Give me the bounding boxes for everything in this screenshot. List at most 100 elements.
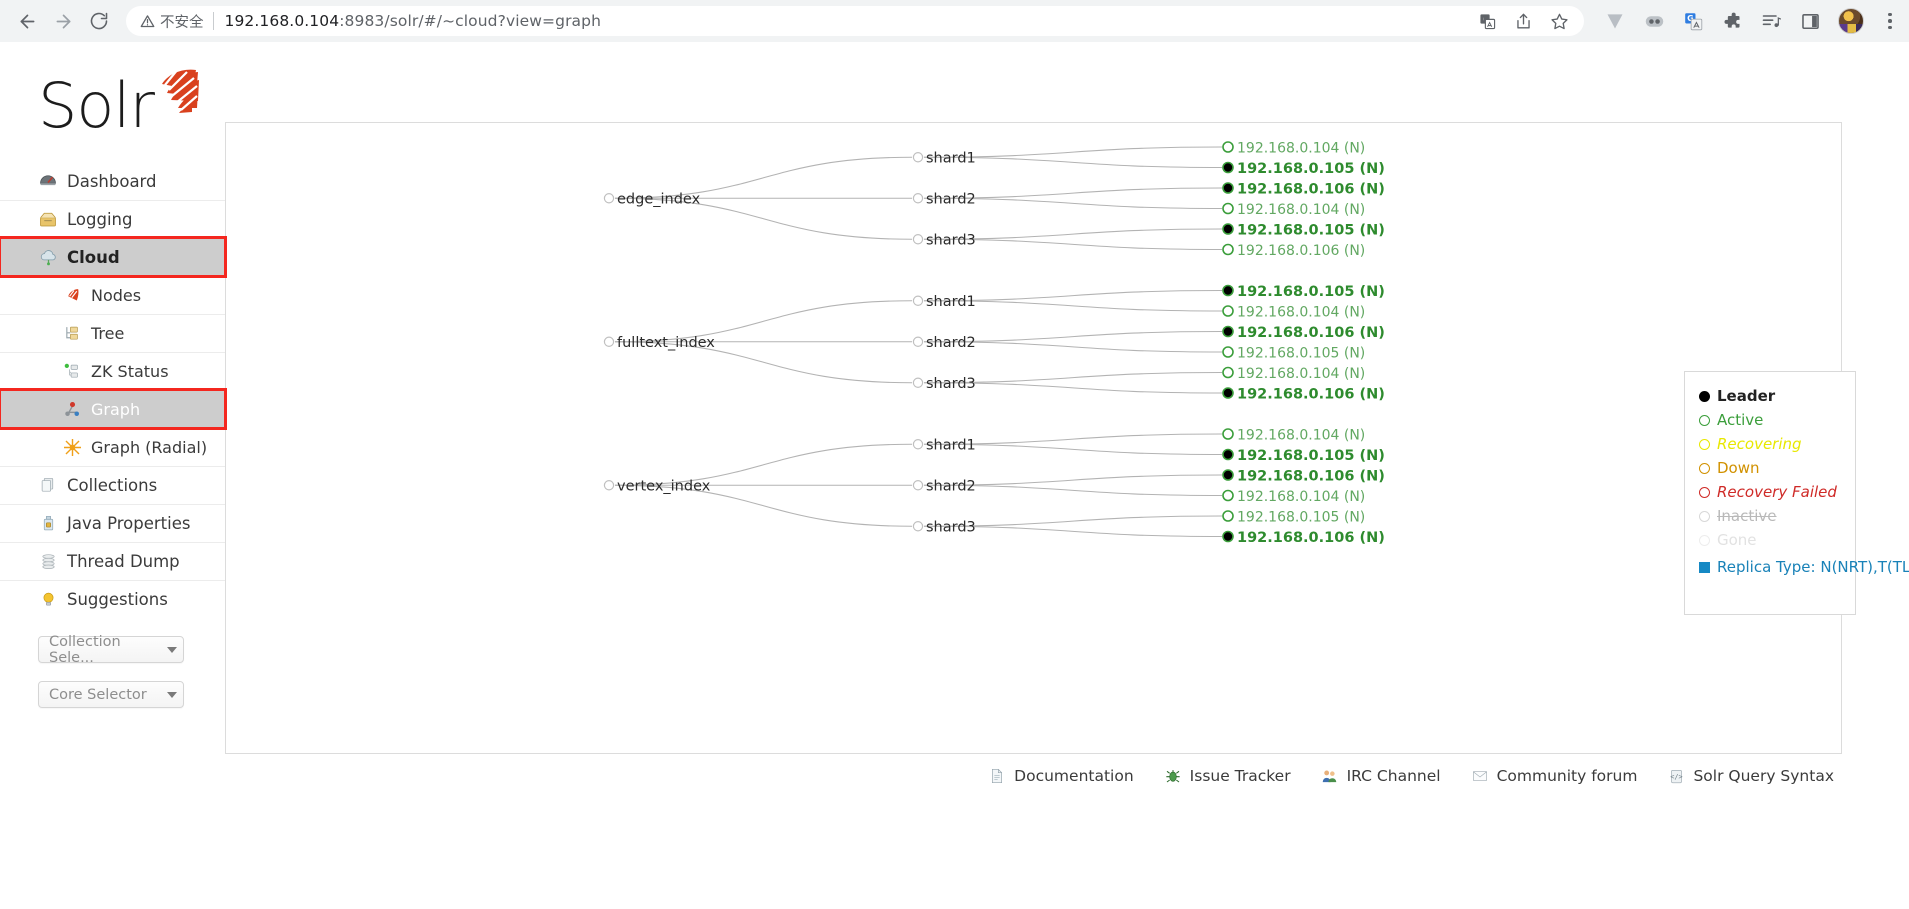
replica-active-icon[interactable]	[1222, 366, 1234, 379]
graph-replica-node[interactable]: 192.168.0.106 (N)	[1222, 325, 1385, 341]
graph-replica-node[interactable]: 192.168.0.104 (N)	[1222, 304, 1365, 320]
profile-avatar[interactable]	[1838, 8, 1864, 34]
sidebar-item-zk-status[interactable]: ZK Status	[0, 352, 225, 390]
sidebar-item-collections[interactable]: Collections	[0, 466, 225, 504]
footer-link-solr-query-syntax[interactable]: </> Solr Query Syntax	[1667, 767, 1834, 785]
solr-admin-page: Solr Dashboard Logging Cloud Nodes Tree …	[0, 42, 1909, 909]
replica-leader-icon[interactable]	[1222, 469, 1234, 481]
shard-circle-icon[interactable]	[912, 152, 924, 163]
graph-shard-node[interactable]: shard3	[912, 376, 976, 392]
replica-active-icon[interactable]	[1222, 489, 1234, 502]
shard-circle-icon[interactable]	[912, 336, 924, 347]
replica-leader-icon[interactable]	[1222, 223, 1234, 235]
legend-inactive-circle-icon	[1699, 510, 1710, 522]
graph-shard-node[interactable]: shard2	[912, 335, 976, 351]
graph-replica-node[interactable]: 192.168.0.105 (N)	[1222, 161, 1385, 177]
footer-link-documentation[interactable]: Documentation	[988, 767, 1134, 785]
graph-collection-node[interactable]: fulltext_index	[603, 335, 715, 351]
graph-shard-node[interactable]: shard3	[912, 232, 976, 248]
collection-selector[interactable]: Collection Sele...	[38, 634, 184, 666]
shard-circle-icon[interactable]	[912, 480, 924, 491]
graph-replica-node[interactable]: 192.168.0.106 (N)	[1222, 181, 1385, 197]
share-icon[interactable]	[1512, 10, 1534, 32]
shard-circle-icon[interactable]	[912, 377, 924, 388]
graph-collection-node[interactable]: vertex_index	[603, 478, 711, 494]
sidebar-item-graph[interactable]: Graph	[0, 388, 227, 430]
graph-replica-node[interactable]: 192.168.0.104 (N)	[1222, 366, 1365, 382]
graph-shard-node[interactable]: shard1	[912, 437, 976, 453]
replica-active-icon[interactable]	[1222, 346, 1234, 358]
reading-list-icon[interactable]	[1799, 10, 1821, 32]
reload-icon[interactable]	[82, 4, 116, 38]
graph-replica-node[interactable]: 192.168.0.106 (N)	[1222, 468, 1385, 484]
replica-leader-icon[interactable]	[1222, 161, 1234, 174]
address-bar[interactable]: 不安全 192.168.0.104:8983/solr/#/~cloud?vie…	[126, 6, 1584, 36]
sidebar-item-label: Graph	[91, 399, 141, 419]
replica-active-icon[interactable]	[1222, 305, 1234, 317]
replica-leader-icon[interactable]	[1222, 182, 1234, 194]
forward-arrow-icon[interactable]	[46, 4, 80, 38]
collection-circle-icon[interactable]	[603, 336, 615, 347]
replica-active-icon[interactable]	[1222, 141, 1234, 153]
graph-replica-node[interactable]: 192.168.0.104 (N)	[1222, 202, 1365, 218]
bookmark-star-icon[interactable]	[1548, 10, 1570, 32]
collection-circle-icon[interactable]	[603, 193, 615, 204]
replica-leader-icon[interactable]	[1222, 530, 1234, 543]
puzzle-extensions-icon[interactable]	[1721, 10, 1743, 32]
graph-replica-node[interactable]: 192.168.0.104 (N)	[1222, 140, 1365, 156]
sidebar-item-thread-dump[interactable]: Thread Dump	[0, 542, 225, 580]
graph-replica-node[interactable]: 192.168.0.105 (N)	[1222, 284, 1385, 300]
footer-link-irc-channel[interactable]: IRC Channel	[1321, 767, 1441, 785]
replica-leader-icon[interactable]	[1222, 325, 1234, 338]
graph-collection-node[interactable]: edge_index	[603, 191, 701, 207]
graph-shard-node[interactable]: shard2	[912, 191, 976, 207]
cloud-graph[interactable]: edge_index shard1 192.168.0.104 (N) 192.168…	[226, 123, 1841, 753]
solr-logo[interactable]: Solr	[38, 68, 206, 142]
sidebar-item-dashboard[interactable]: Dashboard	[0, 162, 225, 200]
graph-replica-node[interactable]: 192.168.0.106 (N)	[1222, 386, 1385, 402]
footer-link-issue-tracker[interactable]: Issue Tracker	[1164, 767, 1291, 785]
graph-shard-node[interactable]: shard1	[912, 150, 976, 166]
replica-leader-icon[interactable]	[1222, 448, 1234, 461]
sidebar-item-cloud[interactable]: Cloud	[0, 236, 227, 278]
shard-circle-icon[interactable]	[912, 439, 924, 450]
sidebar-item-logging[interactable]: Logging	[0, 200, 225, 238]
core-selector[interactable]: Core Selector	[38, 681, 184, 708]
replica-active-icon[interactable]	[1222, 202, 1234, 215]
shard-circle-icon[interactable]	[912, 521, 924, 532]
replica-active-icon[interactable]	[1222, 510, 1234, 522]
sidebar-item-java-properties[interactable]: Java Properties	[0, 504, 225, 542]
google-translate-icon[interactable]: G	[1682, 10, 1704, 32]
sidebar-item-nodes[interactable]: Nodes	[0, 276, 225, 314]
chrome-menu-icon[interactable]	[1881, 12, 1899, 30]
extension-toolbar-icon[interactable]	[1643, 10, 1665, 32]
shard-circle-icon[interactable]	[912, 193, 924, 204]
sidebar-item-graph-radial[interactable]: Graph (Radial)	[0, 428, 225, 466]
translate-icon[interactable]: G	[1476, 10, 1498, 32]
graph-shard-node[interactable]: shard2	[912, 478, 976, 494]
vimium-icon[interactable]	[1604, 10, 1626, 32]
graph-shard-node[interactable]: shard1	[912, 294, 976, 310]
shard-circle-icon[interactable]	[912, 234, 924, 245]
sidebar-item-tree[interactable]: Tree	[0, 314, 225, 352]
graph-shard-node[interactable]: shard3	[912, 519, 976, 535]
graph-replica-node[interactable]: 192.168.0.105 (N)	[1222, 222, 1385, 238]
playlist-icon[interactable]	[1760, 10, 1782, 32]
graph-replica-node[interactable]: 192.168.0.104 (N)	[1222, 427, 1365, 443]
graph-replica-node[interactable]: 192.168.0.105 (N)	[1222, 345, 1365, 361]
graph-replica-node[interactable]: 192.168.0.106 (N)	[1222, 243, 1365, 259]
back-arrow-icon[interactable]	[10, 4, 44, 38]
graph-replica-node[interactable]: 192.168.0.105 (N)	[1222, 448, 1385, 464]
collection-circle-icon[interactable]	[603, 480, 615, 491]
graph-replica-node[interactable]: 192.168.0.105 (N)	[1222, 509, 1365, 525]
graph-replica-node[interactable]: 192.168.0.106 (N)	[1222, 530, 1385, 546]
security-status[interactable]: 不安全	[140, 11, 204, 32]
footer-link-community-forum[interactable]: Community forum	[1471, 767, 1637, 785]
sidebar-item-suggestions[interactable]: Suggestions	[0, 580, 225, 618]
replica-leader-icon[interactable]	[1222, 387, 1234, 399]
shard-circle-icon[interactable]	[912, 295, 924, 306]
replica-active-icon[interactable]	[1222, 428, 1234, 440]
replica-leader-icon[interactable]	[1222, 284, 1234, 297]
replica-active-icon[interactable]	[1222, 243, 1234, 256]
graph-replica-node[interactable]: 192.168.0.104 (N)	[1222, 489, 1365, 505]
